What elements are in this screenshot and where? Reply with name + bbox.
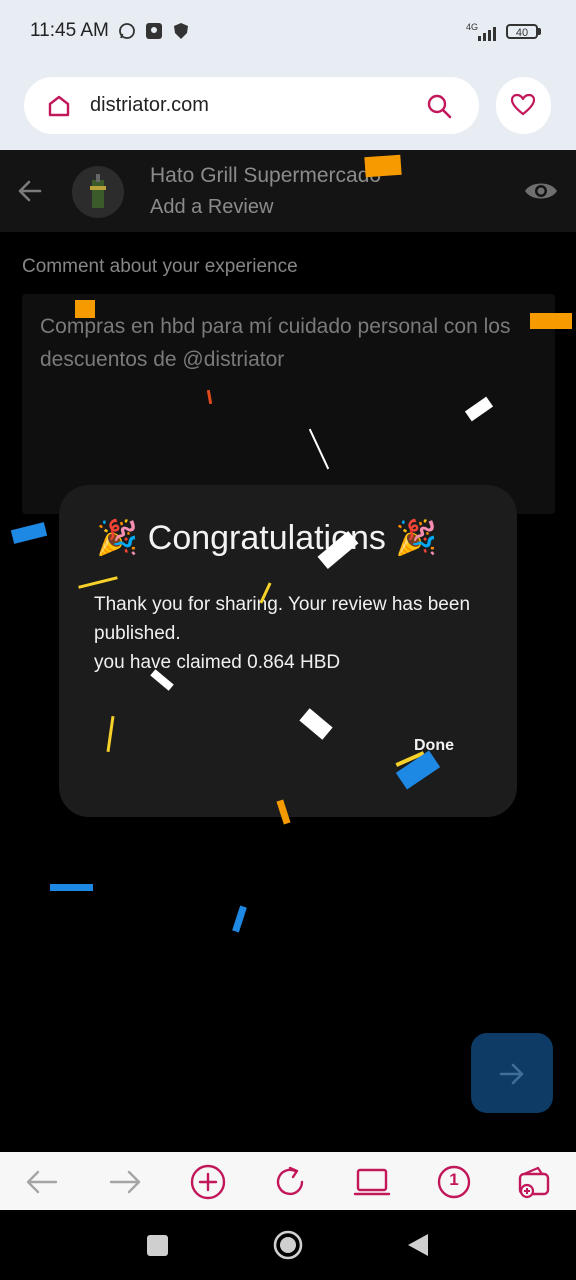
home-icon[interactable] — [46, 93, 72, 119]
home-nav-button[interactable] — [272, 1229, 304, 1261]
confetti — [530, 313, 572, 329]
tab-count[interactable]: 1 — [430, 1170, 478, 1190]
eye-icon[interactable] — [523, 176, 559, 206]
dialog-message-published: Thank you for sharing. Your review has b… — [94, 594, 471, 644]
store-name: Hato Grill Supermercado — [150, 164, 382, 187]
forward-arrow-icon[interactable] — [498, 1060, 526, 1088]
page-subtitle: Add a Review — [150, 196, 274, 218]
new-tab-icon[interactable] — [184, 1158, 232, 1206]
signal-icon — [478, 27, 496, 41]
reload-icon[interactable] — [266, 1158, 314, 1206]
store-avatar — [72, 166, 124, 218]
dialog-message: Thank you for sharing. Your review has b… — [94, 590, 494, 677]
confetti — [364, 154, 402, 178]
shield-notification-icon — [174, 23, 188, 39]
battery-indicator: 40 — [506, 24, 538, 39]
back-nav-button[interactable] — [406, 1232, 430, 1258]
url-text[interactable]: distriator.com — [90, 94, 209, 117]
heart-icon[interactable] — [510, 93, 536, 117]
confetti — [75, 300, 95, 318]
comment-label: Comment about your experience — [22, 256, 298, 277]
desktop-icon[interactable] — [348, 1158, 396, 1206]
confetti — [50, 884, 93, 891]
battery-tip — [538, 28, 541, 35]
dialog-title: 🎉 Congratulations 🎉 — [96, 519, 438, 557]
comment-text[interactable]: Compras en hbd para mí cuidado personal … — [40, 310, 540, 376]
wallet-icon[interactable] — [510, 1158, 558, 1206]
recents-button[interactable] — [147, 1235, 168, 1256]
back-icon[interactable] — [18, 1158, 66, 1206]
search-icon[interactable] — [425, 92, 453, 120]
app-notification-icon — [146, 23, 162, 39]
status-time: 11:45 AM — [30, 20, 109, 41]
back-arrow-icon[interactable] — [16, 177, 44, 205]
whatsapp-icon — [119, 23, 135, 39]
forward-icon[interactable] — [101, 1158, 149, 1206]
